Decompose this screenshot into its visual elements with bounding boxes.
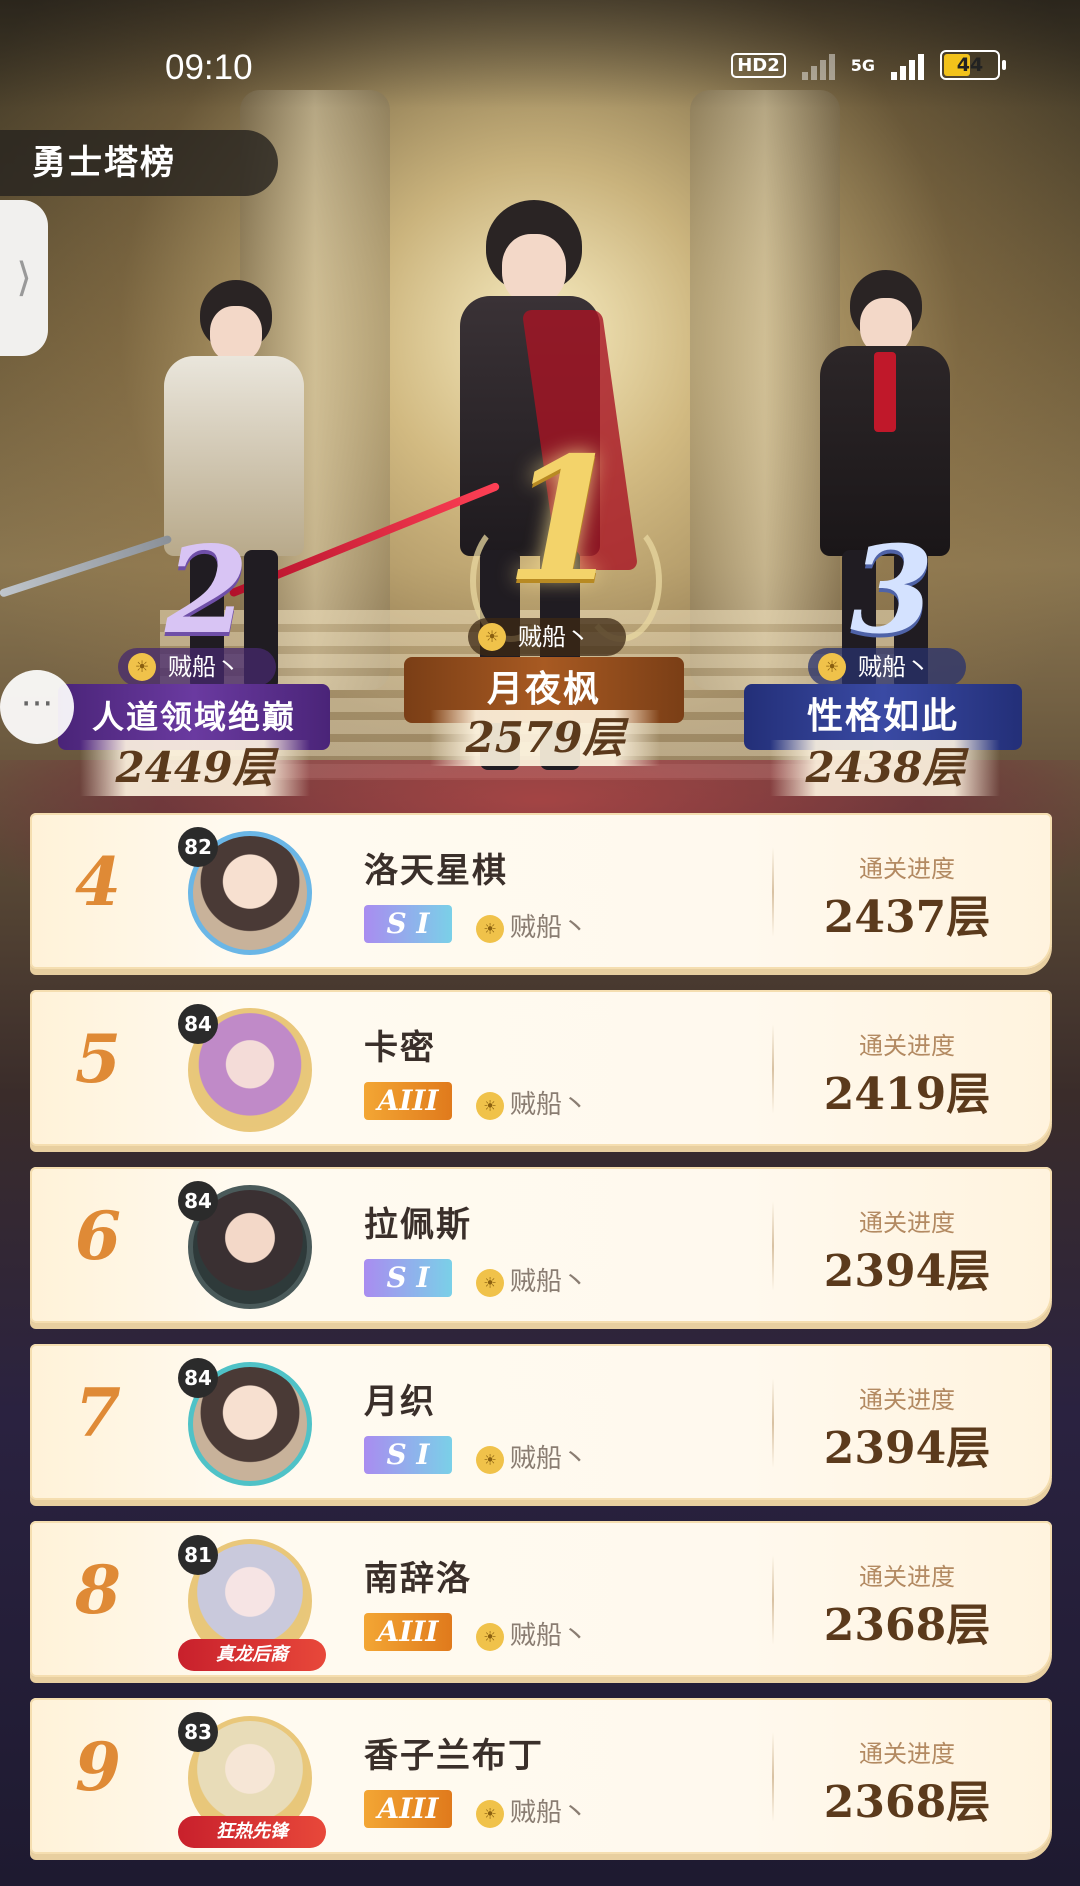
level-badge: 82 bbox=[178, 827, 218, 867]
chat-button[interactable]: ··· bbox=[0, 670, 74, 744]
player-name: 拉佩斯 bbox=[364, 1205, 472, 1245]
title-badge: 狂热先锋 bbox=[178, 1816, 326, 1848]
progress-value: 2419层 bbox=[823, 1069, 991, 1120]
chevron-right-icon: ⟩ bbox=[16, 255, 32, 301]
progress-label: 通关进度 bbox=[859, 855, 955, 883]
level-badge: 81 bbox=[178, 1535, 218, 1575]
signal-sim2-icon bbox=[891, 50, 924, 80]
clan-emblem-icon: ☀ bbox=[476, 1799, 504, 1828]
podium-clan-3[interactable]: ☀ 贼船丶 bbox=[808, 648, 966, 686]
ranking-row[interactable]: 4 82 洛天星棋 S I ☀ 贼船丶 通关进度 2437层 bbox=[30, 813, 1052, 969]
level-badge: 84 bbox=[178, 1358, 218, 1398]
progress-label: 通关进度 bbox=[859, 1740, 955, 1768]
podium-floor-3: 2438层 bbox=[770, 740, 1000, 796]
divider bbox=[772, 1024, 774, 1114]
network-type: 5G bbox=[850, 55, 875, 75]
level-badge: 84 bbox=[178, 1004, 218, 1044]
tier-badge: S I bbox=[364, 1259, 452, 1297]
tier-badge: S I bbox=[364, 1436, 452, 1474]
progress-label: 通关进度 bbox=[859, 1032, 955, 1060]
podium-rank-1: 1 bbox=[505, 420, 624, 620]
clan-label: ☀ 贼船丶 bbox=[476, 1261, 588, 1298]
podium-rank-3: 3 bbox=[850, 520, 934, 661]
divider bbox=[772, 1555, 774, 1645]
progress-value: 2437层 bbox=[823, 892, 991, 943]
rank-number: 9 bbox=[75, 1728, 121, 1806]
podium-clan-2[interactable]: ☀ 贼船丶 bbox=[118, 648, 276, 686]
progress-label: 通关进度 bbox=[859, 1563, 955, 1591]
podium-floor-2: 2449层 bbox=[80, 740, 310, 796]
clan-emblem-icon: ☀ bbox=[478, 623, 506, 651]
podium-floor-1: 2579层 bbox=[430, 710, 660, 766]
clan-emblem-icon: ☀ bbox=[818, 653, 846, 681]
progress-value: 2368层 bbox=[823, 1600, 991, 1651]
clan-emblem-icon: ☀ bbox=[476, 1091, 504, 1120]
player-name: 香子兰布丁 bbox=[364, 1736, 544, 1776]
tier-badge: AIII bbox=[364, 1082, 452, 1120]
clan-label: ☀ 贼船丶 bbox=[476, 907, 588, 944]
clan-label: ☀ 贼船丶 bbox=[476, 1084, 588, 1121]
level-badge: 83 bbox=[178, 1712, 218, 1752]
clan-label: ☀ 贼船丶 bbox=[476, 1438, 588, 1475]
rank-number: 7 bbox=[75, 1374, 121, 1452]
ranking-row[interactable]: 8 81 真龙后裔 南辞洛 AIII ☀ 贼船丶 通关进度 2368层 bbox=[30, 1521, 1052, 1677]
clan-emblem-icon: ☀ bbox=[476, 1268, 504, 1297]
tier-badge: AIII bbox=[364, 1613, 452, 1651]
ranking-row[interactable]: 6 84 拉佩斯 S I ☀ 贼船丶 通关进度 2394层 bbox=[30, 1167, 1052, 1323]
level-badge: 84 bbox=[178, 1181, 218, 1221]
divider bbox=[772, 847, 774, 937]
ranking-row[interactable]: 7 84 月织 S I ☀ 贼船丶 通关进度 2394层 bbox=[30, 1344, 1052, 1500]
podium-rank-2: 2 bbox=[165, 520, 249, 661]
player-name: 卡密 bbox=[364, 1028, 436, 1068]
progress-value: 2368层 bbox=[823, 1777, 991, 1828]
battery-icon: 44 bbox=[940, 50, 1006, 80]
progress-value: 2394层 bbox=[823, 1423, 991, 1474]
player-name: 南辞洛 bbox=[364, 1559, 472, 1599]
divider bbox=[772, 1378, 774, 1468]
progress-label: 通关进度 bbox=[859, 1209, 955, 1237]
status-bar: 09:10 HD2 5G 44 bbox=[0, 0, 1080, 108]
rank-number: 5 bbox=[75, 1020, 121, 1098]
title-badge: 真龙后裔 bbox=[178, 1639, 326, 1671]
player-name: 洛天星棋 bbox=[364, 851, 508, 891]
ranking-row[interactable]: 9 83 狂热先锋 香子兰布丁 AIII ☀ 贼船丶 通关进度 2368层 bbox=[30, 1698, 1052, 1854]
progress-value: 2394层 bbox=[823, 1246, 991, 1297]
ranking-row[interactable]: 5 84 卡密 AIII ☀ 贼船丶 通关进度 2419层 bbox=[30, 990, 1052, 1146]
rank-number: 4 bbox=[75, 843, 121, 921]
player-name: 月织 bbox=[364, 1382, 436, 1422]
rank-number: 6 bbox=[75, 1197, 121, 1275]
rank-number: 8 bbox=[75, 1551, 121, 1629]
side-drawer-toggle[interactable]: ⟩ bbox=[0, 200, 48, 356]
clan-emblem-icon: ☀ bbox=[476, 1622, 504, 1651]
clan-label: ☀ 贼船丶 bbox=[476, 1615, 588, 1652]
chat-icon: ··· bbox=[20, 684, 54, 724]
clan-emblem-icon: ☀ bbox=[128, 653, 156, 681]
podium-clan-1[interactable]: ☀ 贼船丶 bbox=[468, 618, 626, 656]
clock: 09:10 bbox=[165, 48, 253, 87]
signal-sim1-icon bbox=[801, 50, 835, 80]
tier-badge: S I bbox=[364, 905, 452, 943]
clan-emblem-icon: ☀ bbox=[476, 914, 504, 943]
tier-badge: AIII bbox=[364, 1790, 452, 1828]
clan-emblem-icon: ☀ bbox=[476, 1445, 504, 1474]
divider bbox=[772, 1201, 774, 1291]
page-title: 勇士塔榜 bbox=[0, 130, 278, 196]
hd-voice-icon: HD2 bbox=[731, 52, 786, 78]
divider bbox=[772, 1732, 774, 1822]
progress-label: 通关进度 bbox=[859, 1386, 955, 1414]
clan-label: ☀ 贼船丶 bbox=[476, 1792, 588, 1829]
